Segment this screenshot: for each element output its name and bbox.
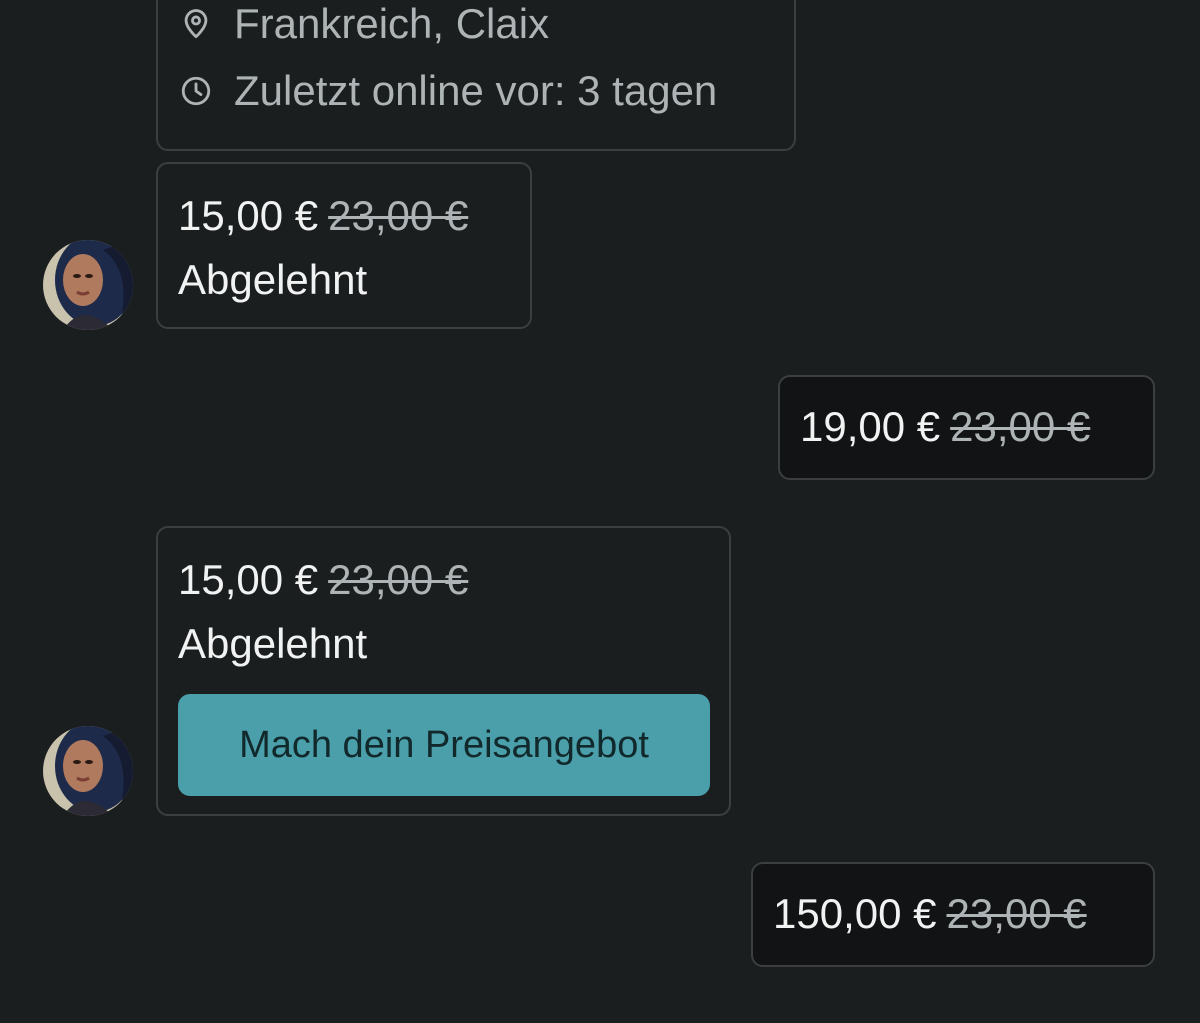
offer-price: 15,00 € [178,192,319,239]
offer-price-line: 19,00 €23,00 € [800,403,1090,451]
offer-price-line: 15,00 €23,00 € [178,556,468,604]
last-online-row: Zuletzt online vor: 3 tagen [178,67,717,115]
offer-message: 15,00 €23,00 € Abgelehnt Mach dein Preis… [156,526,731,816]
offer-status: Abgelehnt [178,620,368,667]
my-offer-message: 19,00 €23,00 € [778,375,1155,480]
location-pin-icon [178,6,214,42]
offer-price: 150,00 € [773,890,937,937]
location-row: Frankreich, Claix [178,0,549,48]
last-online-text: Zuletzt online vor: 3 tagen [234,67,718,114]
location-text: Frankreich, Claix [234,0,550,47]
offer-price-line: 15,00 €23,00 € [178,192,468,240]
avatar[interactable] [43,726,133,816]
offer-price-line: 150,00 €23,00 € [773,890,1087,938]
original-price: 23,00 € [328,192,469,239]
original-price: 23,00 € [950,403,1091,450]
my-offer-message: 150,00 €23,00 € [751,862,1155,967]
offer-message: 15,00 €23,00 € Abgelehnt [156,162,532,329]
make-offer-button[interactable]: Mach dein Preisangebot [178,694,710,796]
offer-price: 15,00 € [178,556,319,603]
offer-price: 19,00 € [800,403,941,450]
clock-icon [178,73,214,109]
original-price: 23,00 € [328,556,469,603]
seller-info-card: Frankreich, Claix Zuletzt online vor: 3 … [156,0,796,151]
avatar[interactable] [43,240,133,330]
offer-status: Abgelehnt [178,256,368,303]
original-price: 23,00 € [946,890,1087,937]
